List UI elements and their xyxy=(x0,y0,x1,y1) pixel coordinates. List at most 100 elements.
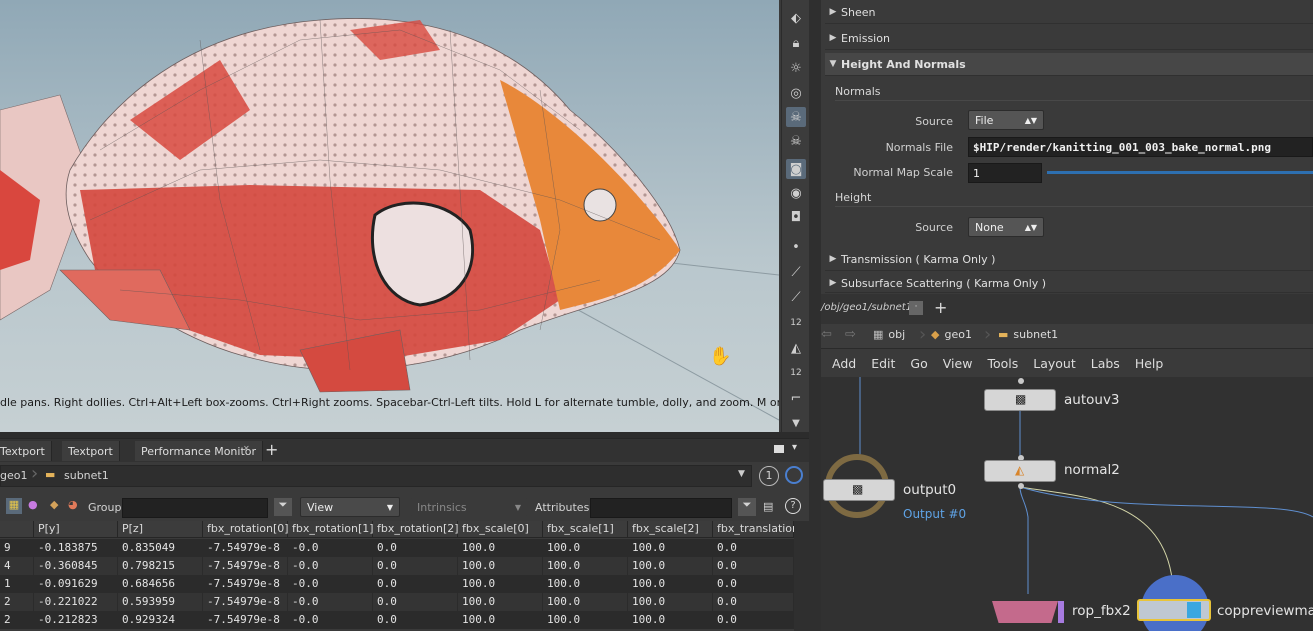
table-cell: -7.54979e-8 xyxy=(203,539,288,557)
menu-add[interactable]: Add xyxy=(832,356,856,371)
column-header[interactable]: fbx_rotation[0] xyxy=(203,521,289,538)
geometry-spreadsheet[interactable]: P[y] P[z] fbx_rotation[0] fbx_rotation[1] fb… xyxy=(0,521,799,631)
vertices-icon[interactable]: ● xyxy=(28,498,38,511)
vertical-splitter[interactable] xyxy=(809,0,821,631)
menu-view[interactable]: View xyxy=(943,356,973,371)
forward-arrow-icon[interactable]: ⇨ xyxy=(845,327,856,342)
filter-icon[interactable]: ⏷ xyxy=(738,498,756,516)
menu-tools[interactable]: Tools xyxy=(987,356,1018,371)
node-normal[interactable]: ◭ xyxy=(984,460,1056,482)
skull-icon[interactable]: ☠ xyxy=(786,131,806,151)
counter-icon[interactable]: 12 xyxy=(786,363,806,383)
source-label: Source xyxy=(915,115,953,128)
section-height-normals[interactable]: ▼ Height And Normals xyxy=(825,53,1313,76)
camera-icon[interactable]: ◙ xyxy=(786,159,806,179)
arrow-down-icon[interactable]: ▼ xyxy=(786,413,806,433)
scene-viewport[interactable]: ✋ dle pans. Right dollies. Ctrl+Alt+Left… xyxy=(0,0,779,432)
tab-close-icon[interactable]: ✕ xyxy=(243,444,250,453)
viewport-toolbar: ⬖ 🔒︎ ☼ ◎ ☠ ☠ ◙ ◉ ◘ • ⟋ ⟋ 12 ◭ 12 ⌐ ▼ xyxy=(781,0,810,432)
add-tab-icon[interactable]: + xyxy=(934,298,947,317)
camera-icon[interactable]: ◘ xyxy=(786,207,806,227)
back-arrow-icon[interactable]: ⇦ xyxy=(821,327,832,342)
link-icon[interactable] xyxy=(785,466,803,484)
network-editor[interactable]: ▩ autouv3 ◭ normal2 ▩ output0 Output #0 … xyxy=(821,377,1313,631)
expand-arrow-icon: ▶ xyxy=(829,33,837,43)
node-output[interactable]: ▩ xyxy=(823,479,895,501)
crumb-subnet1[interactable]: ▬ subnet1 xyxy=(998,328,1058,341)
normals-source-menu[interactable]: File ▲▼ xyxy=(968,110,1044,130)
table-cell: 2 xyxy=(0,593,34,611)
height-source-value: None xyxy=(975,220,1004,234)
add-tab-icon[interactable]: + xyxy=(265,440,278,459)
tab-textport-2[interactable]: Textport xyxy=(62,441,120,461)
menu-help[interactable]: Help xyxy=(1135,356,1164,371)
node-rop[interactable] xyxy=(992,601,1058,623)
crumb-geo1[interactable]: geo1 xyxy=(0,469,27,482)
options-icon[interactable]: ▤ xyxy=(763,500,773,513)
light-bulb-icon[interactable]: ☼ xyxy=(786,58,806,78)
menu-labs[interactable]: Labs xyxy=(1091,356,1120,371)
dropdown-arrow-icon[interactable]: ▼ xyxy=(738,469,745,479)
tab-textport[interactable]: Textport xyxy=(0,441,52,461)
dot-icon[interactable]: • xyxy=(786,237,806,257)
help-icon[interactable]: ? xyxy=(785,498,801,514)
crumb-subnet1[interactable]: subnet1 xyxy=(64,469,109,482)
normal-map-scale-slider[interactable] xyxy=(1047,171,1313,174)
points-icon[interactable]: ▦ xyxy=(6,498,22,514)
pin-counter[interactable]: 1 xyxy=(759,466,779,486)
counter-icon[interactable]: 12 xyxy=(786,313,806,333)
network-path-tab[interactable]: /obj/geo1/subnet1 xyxy=(821,302,912,313)
corner-icon[interactable]: ⌐ xyxy=(786,388,806,408)
tab-close-icon[interactable]: · xyxy=(909,301,923,315)
table-cell: -0.221022 xyxy=(34,593,118,611)
network-breadcrumb: ⇦ ⇨ ▦ obj › ◆ geo1 › ▬ subnet1 xyxy=(821,324,1313,349)
attributes-field[interactable] xyxy=(590,498,732,518)
eye-icon[interactable]: ◉ xyxy=(786,183,806,203)
filter-icon[interactable]: ⏷ xyxy=(274,498,292,516)
crumb-geo1[interactable]: ◆ geo1 xyxy=(931,328,972,341)
table-cell: 0.0 xyxy=(713,557,794,575)
normal-map-scale-field[interactable]: 1 xyxy=(968,163,1042,183)
normals-file-field[interactable]: $HIP/render/kanitting_001_003_bake_norma… xyxy=(968,137,1313,157)
column-header[interactable]: fbx_translation xyxy=(713,521,799,538)
column-header[interactable]: fbx_rotation[2] xyxy=(373,521,459,538)
pane-menu-icon[interactable]: ▾ xyxy=(792,442,797,453)
menu-go[interactable]: Go xyxy=(910,356,927,371)
skull-icon[interactable]: ☠ xyxy=(786,107,806,127)
height-source-label: Source xyxy=(915,221,953,234)
pane-layout-icon[interactable] xyxy=(774,445,784,453)
table-cell: 0.684656 xyxy=(118,575,203,593)
column-header[interactable]: fbx_rotation[1] xyxy=(288,521,374,538)
group-field[interactable] xyxy=(122,498,268,518)
shape-icon[interactable]: ◭ xyxy=(786,338,806,358)
select-tool-icon[interactable]: ⬖ xyxy=(786,8,806,28)
brush-icon[interactable]: ⟋ xyxy=(786,262,806,282)
expand-arrow-icon: ▶ xyxy=(829,7,837,17)
lock-icon[interactable]: 🔒︎ xyxy=(786,33,806,53)
menu-layout[interactable]: Layout xyxy=(1033,356,1076,371)
node-coppreview[interactable] xyxy=(1137,599,1211,621)
column-header[interactable]: P[z] xyxy=(118,521,203,538)
column-header[interactable]: P[y] xyxy=(34,521,118,538)
menu-edit[interactable]: Edit xyxy=(871,356,895,371)
expand-arrow-icon: ▶ xyxy=(829,278,837,288)
intrinsics-menu[interactable]: Intrinsics ▼ xyxy=(410,497,528,517)
column-header[interactable]: fbx_scale[1] xyxy=(543,521,628,538)
section-transmission[interactable]: ▶ Transmission ( Karma Only ) xyxy=(825,248,1313,271)
section-subsurface[interactable]: ▶ Subsurface Scattering ( Karma Only ) xyxy=(825,274,1313,293)
table-scrollbar[interactable] xyxy=(794,521,809,631)
column-header[interactable]: fbx_scale[2] xyxy=(628,521,713,538)
column-header[interactable]: fbx_scale[0] xyxy=(458,521,543,538)
column-header[interactable] xyxy=(0,521,34,538)
pin-icon[interactable]: ⟋ xyxy=(786,287,806,307)
sphere-icon[interactable]: ◎ xyxy=(786,83,806,103)
view-menu[interactable]: View ▼ xyxy=(300,497,400,517)
node-autouv[interactable]: ▩ xyxy=(984,389,1056,411)
crumb-obj[interactable]: ▦ obj xyxy=(873,328,905,341)
height-source-menu[interactable]: None ▲▼ xyxy=(968,217,1044,237)
section-emission[interactable]: ▶ Emission xyxy=(825,27,1313,50)
table-cell: 0.929324 xyxy=(118,611,203,629)
section-sheen[interactable]: ▶ Sheen xyxy=(825,1,1313,24)
detail-icon[interactable]: ◕ xyxy=(68,498,78,511)
primitives-icon[interactable]: ◆ xyxy=(50,498,58,511)
